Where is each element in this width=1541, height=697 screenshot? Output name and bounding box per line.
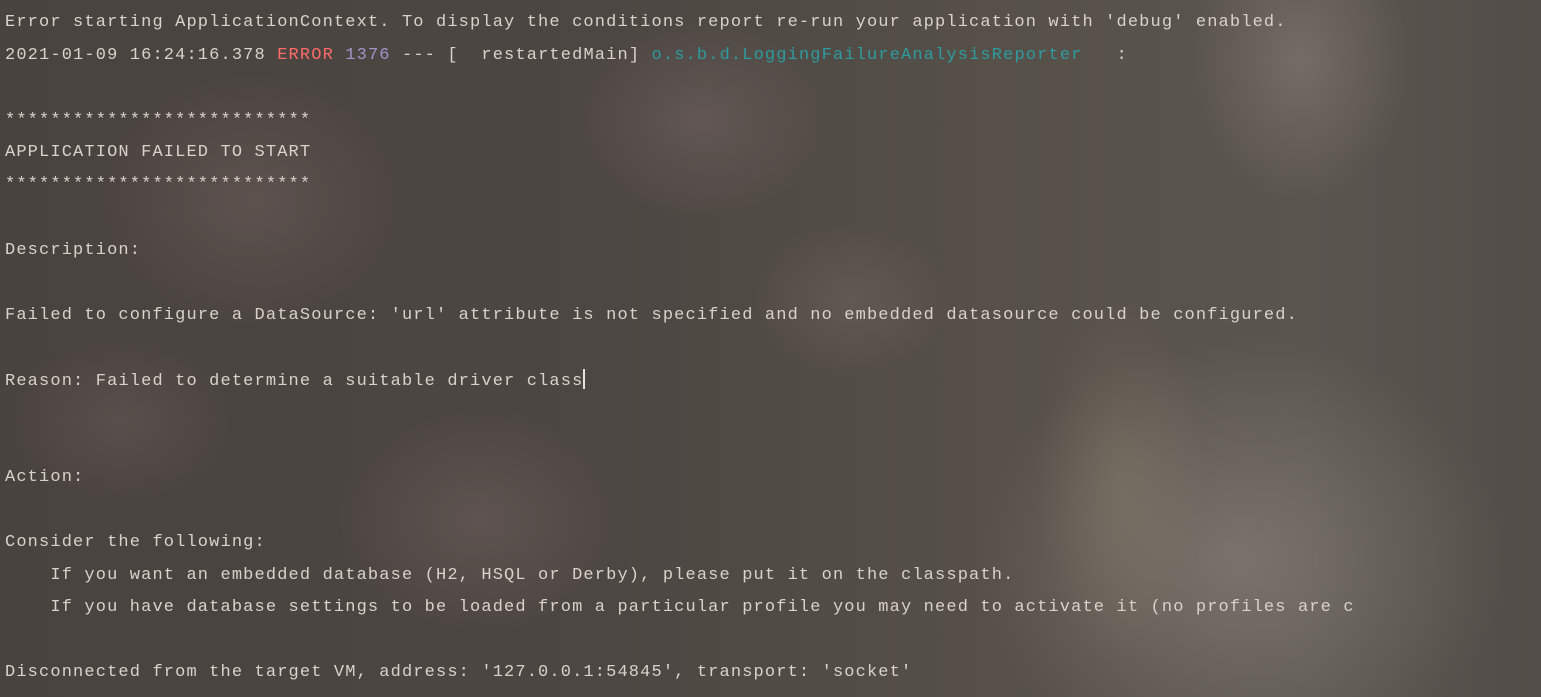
console-line-stars-bottom: *************************** xyxy=(5,175,312,194)
console-line-suggestion-1: If you want an embedded database (H2, HS… xyxy=(5,566,1015,585)
console-line-log-header: 2021-01-09 16:24:16.378 ERROR 1376 --- [… xyxy=(5,44,1128,68)
console-line-consider: Consider the following: xyxy=(5,533,266,552)
log-logger-link[interactable]: o.s.b.d.LoggingFailureAnalysisReporter xyxy=(652,46,1083,65)
console-line-action-heading: Action: xyxy=(5,468,85,487)
log-pid: 1376 xyxy=(345,46,391,65)
console-line-disconnected: Disconnected from the target VM, address… xyxy=(5,663,913,682)
console-output[interactable]: Error starting ApplicationContext. To di… xyxy=(5,0,1541,697)
log-timestamp: 2021-01-09 16:24:16.378 xyxy=(5,46,266,65)
console-line-error-context: Error starting ApplicationContext. To di… xyxy=(5,13,1287,32)
console-line-description-heading: Description: xyxy=(5,241,142,260)
log-colon: : xyxy=(1082,46,1128,65)
console-line-reason: Reason: Failed to determine a suitable d… xyxy=(5,369,586,393)
console-line-stars-top: *************************** xyxy=(5,111,312,130)
console-line-description-text: Failed to configure a DataSource: 'url' … xyxy=(5,306,1298,325)
log-thread: --- [ restartedMain] xyxy=(401,46,641,65)
log-level: ERROR xyxy=(277,46,334,65)
reason-text: Reason: Failed to determine a suitable d… xyxy=(5,372,584,391)
console-line-suggestion-2: If you have database settings to be load… xyxy=(5,598,1355,617)
text-cursor xyxy=(583,369,586,389)
console-line-banner: APPLICATION FAILED TO START xyxy=(5,143,312,162)
